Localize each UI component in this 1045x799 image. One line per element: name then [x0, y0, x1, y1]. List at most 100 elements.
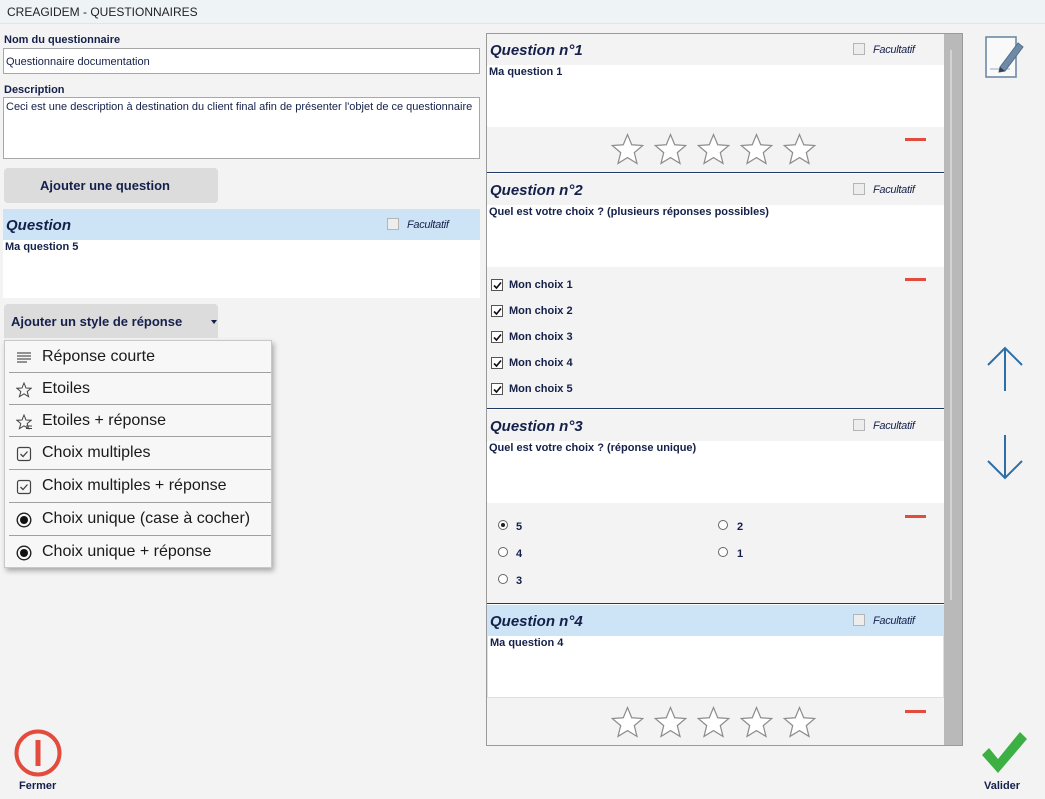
remove-question-button[interactable]	[905, 710, 926, 713]
star-rating[interactable]	[611, 706, 826, 738]
option-radio-selected[interactable]	[498, 520, 508, 530]
optional-checkbox[interactable]	[853, 183, 865, 195]
question-card-3[interactable]: Question n°3 Facultatif Quel est votre c…	[487, 410, 944, 603]
menu-item-single-choice-answer[interactable]: Choix unique + réponse	[5, 536, 271, 569]
remove-question-button[interactable]	[905, 138, 926, 141]
option-radio[interactable]	[718, 520, 728, 530]
question-card-4[interactable]: Question n°4 Facultatif Ma question 4	[487, 605, 944, 745]
optional-checkbox[interactable]	[853, 43, 865, 55]
optional-label: Facultatif	[873, 615, 915, 627]
menu-item-label: Etoiles + réponse	[42, 412, 167, 429]
remove-question-button[interactable]	[905, 515, 926, 518]
question-text: Ma question 1	[487, 65, 944, 127]
question-header: Question n°4 Facultatif	[487, 605, 944, 636]
question-header: Question n°3 Facultatif	[487, 410, 944, 441]
option-radio[interactable]	[498, 574, 508, 584]
description-field[interactable]: Ceci est une description à destination d…	[3, 97, 480, 159]
menu-item-single-choice[interactable]: Choix unique (case à cocher)	[5, 503, 271, 536]
question-answers	[487, 698, 944, 745]
choice-label: Mon choix 5	[509, 383, 573, 395]
radio-icon	[16, 545, 32, 561]
option-radio[interactable]	[718, 547, 728, 557]
question-answers: Mon choix 1 Mon choix 2 Mon choix 3 Mon …	[487, 267, 944, 408]
question-header: Question n°2 Facultatif	[487, 174, 944, 205]
star-icon[interactable]	[783, 706, 816, 738]
choice-label: Mon choix 1	[509, 279, 573, 291]
add-response-style-button[interactable]: Ajouter un style de réponse	[4, 304, 218, 338]
menu-item-label: Choix unique (case à cocher)	[42, 510, 251, 527]
option-radio[interactable]	[498, 547, 508, 557]
menu-item-label: Etoiles	[42, 380, 91, 397]
lines-icon	[17, 352, 31, 363]
optional-label: Facultatif	[873, 44, 915, 56]
option-label: 4	[516, 548, 523, 560]
close-button-label[interactable]: Fermer	[19, 780, 56, 792]
arrow-up-icon[interactable]	[985, 345, 1025, 393]
menu-item-multiple-choice[interactable]: Choix multiples	[5, 437, 271, 470]
power-icon[interactable]	[13, 728, 63, 778]
choice-label: Mon choix 3	[509, 331, 573, 343]
optional-checkbox[interactable]	[387, 218, 399, 230]
question-editor-title: Question	[6, 217, 72, 234]
question-text: Ma question 4	[487, 636, 944, 698]
star-icon[interactable]	[611, 133, 644, 165]
question-divider	[487, 408, 944, 409]
questions-scrollbar[interactable]	[944, 34, 962, 745]
question-divider	[487, 603, 944, 604]
checkbox-icon	[16, 446, 32, 462]
question-text-field[interactable]: Ma question 5	[3, 240, 480, 298]
choice-checkbox[interactable]	[491, 305, 503, 317]
star-icon[interactable]	[740, 133, 773, 165]
questions-list: Question n°1 Facultatif Ma question 1 Qu…	[486, 33, 963, 746]
star-text-icon	[16, 414, 32, 430]
arrow-down-icon[interactable]	[985, 433, 1025, 481]
scrollbar-thumb[interactable]	[950, 50, 952, 600]
title-bar: CREAGIDEM - QUESTIONNAIRES	[0, 0, 1045, 24]
chevron-down-icon	[211, 320, 217, 324]
question-editor-header: Question Facultatif	[3, 209, 480, 240]
choice-checkbox[interactable]	[491, 383, 503, 395]
choice-checkbox[interactable]	[491, 279, 503, 291]
choice-label: Mon choix 2	[509, 305, 573, 317]
question-answers: 5 2 4 1 3	[487, 503, 944, 603]
menu-item-short-answer[interactable]: Réponse courte	[5, 341, 271, 374]
optional-label: Facultatif	[873, 420, 915, 432]
choice-checkbox[interactable]	[491, 331, 503, 343]
edit-icon[interactable]	[984, 33, 1026, 81]
question-card-1[interactable]: Question n°1 Facultatif Ma question 1	[487, 34, 944, 172]
question-text: Quel est votre choix ? (plusieurs répons…	[487, 205, 944, 267]
star-icon[interactable]	[697, 133, 730, 165]
option-label: 1	[737, 548, 744, 560]
star-icon[interactable]	[654, 706, 687, 738]
star-icon[interactable]	[654, 133, 687, 165]
menu-item-multiple-choice-answer[interactable]: Choix multiples + réponse	[5, 470, 271, 503]
question-divider	[487, 172, 944, 173]
star-icon[interactable]	[783, 133, 816, 165]
option-label: 5	[516, 521, 523, 533]
star-rating[interactable]	[611, 133, 826, 165]
checkmark-icon[interactable]	[979, 728, 1029, 778]
question-card-2[interactable]: Question n°2 Facultatif Quel est votre c…	[487, 174, 944, 408]
optional-checkbox[interactable]	[853, 419, 865, 431]
star-icon[interactable]	[697, 706, 730, 738]
star-icon	[16, 382, 32, 398]
option-label: 2	[737, 521, 744, 533]
question-title: Question n°3	[490, 418, 583, 435]
optional-label: Facultatif	[407, 219, 449, 231]
star-icon[interactable]	[611, 706, 644, 738]
choice-label: Mon choix 4	[509, 357, 573, 369]
menu-item-label: Choix multiples + réponse	[42, 477, 227, 494]
optional-checkbox[interactable]	[853, 614, 865, 626]
description-label: Description	[4, 84, 65, 96]
option-label: 3	[516, 575, 523, 587]
choice-checkbox[interactable]	[491, 357, 503, 369]
validate-button-label[interactable]: Valider	[984, 780, 1020, 792]
name-field[interactable]: Questionnaire documentation	[3, 48, 480, 74]
star-icon[interactable]	[740, 706, 773, 738]
remove-question-button[interactable]	[905, 278, 926, 281]
add-question-button[interactable]: Ajouter une question	[4, 168, 218, 203]
menu-item-stars-answer[interactable]: Etoiles + réponse	[5, 405, 271, 438]
window-title: CREAGIDEM - QUESTIONNAIRES	[7, 5, 198, 19]
question-title: Question n°4	[490, 613, 583, 630]
menu-item-stars[interactable]: Etoiles	[5, 373, 271, 406]
